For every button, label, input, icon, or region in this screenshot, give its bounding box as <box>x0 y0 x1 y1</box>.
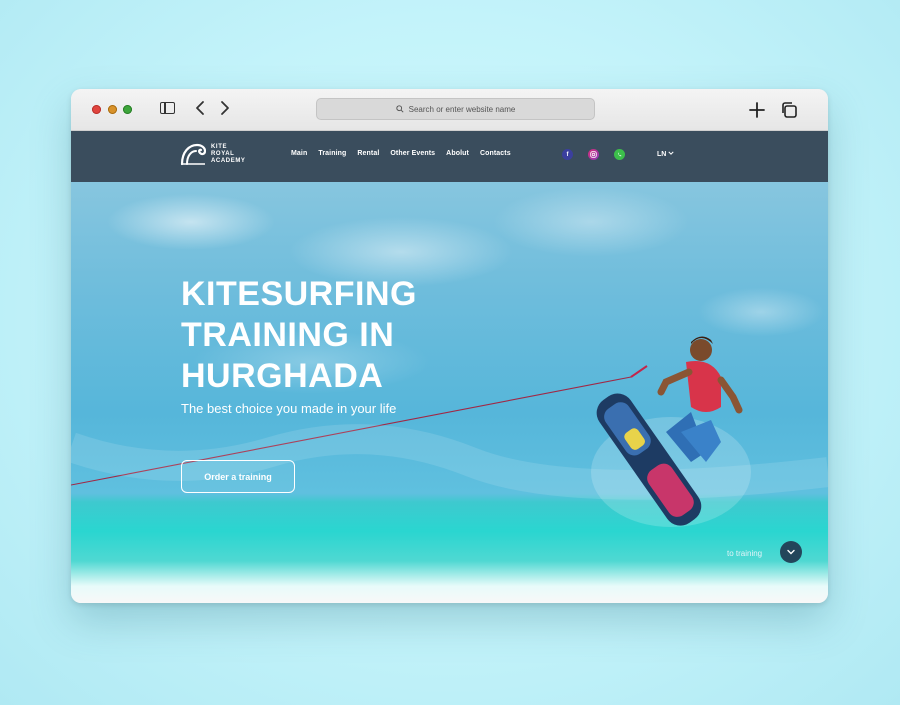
site-header: KITE ROYAL ACADEMY Main Training Rental … <box>71 131 828 182</box>
site-logo[interactable]: KITE ROYAL ACADEMY <box>180 142 246 166</box>
menu-item-about[interactable]: Abolut <box>446 150 469 157</box>
minimize-window-button[interactable] <box>108 105 117 114</box>
scroll-hint-label[interactable]: to training <box>727 549 762 558</box>
hero-title-line: TRAINING IN <box>181 316 395 354</box>
logo-line: KITE <box>211 143 228 150</box>
logo-text: KITE ROYAL ACADEMY <box>211 144 246 165</box>
browser-window: Search or enter website name KITE ROYAL … <box>71 89 828 603</box>
menu-item-main[interactable]: Main <box>291 150 307 157</box>
chevron-down-icon <box>787 549 795 555</box>
menu-item-other-events[interactable]: Other Events <box>390 150 435 157</box>
hero-title-line: HURGHADA <box>181 357 384 395</box>
whatsapp-icon[interactable] <box>614 149 625 160</box>
tab-overview-icon[interactable] <box>780 101 798 119</box>
kitesurfer-image <box>591 336 751 527</box>
new-tab-icon[interactable] <box>748 101 766 119</box>
chevron-down-icon <box>668 151 674 155</box>
menu-item-training[interactable]: Training <box>318 150 346 157</box>
hero-title: KITESURFING TRAINING IN HURGHADA <box>181 274 481 397</box>
hero-section: KITESURFING TRAINING IN HURGHADA The bes… <box>71 182 828 603</box>
sidebar-icon[interactable] <box>160 102 175 114</box>
zoom-window-button[interactable] <box>123 105 132 114</box>
address-placeholder: Search or enter website name <box>408 104 516 114</box>
menu-item-contacts[interactable]: Contacts <box>480 150 511 157</box>
language-label: LN <box>657 151 667 158</box>
address-bar[interactable]: Search or enter website name <box>316 98 595 120</box>
language-selector[interactable]: LN <box>657 150 674 158</box>
back-arrow-icon[interactable] <box>193 100 209 116</box>
hero-subtitle: The best choice you made in your life <box>181 401 397 416</box>
facebook-icon[interactable]: f <box>562 149 573 160</box>
close-window-button[interactable] <box>92 105 101 114</box>
instagram-icon[interactable] <box>588 149 599 160</box>
logo-line: ACADEMY <box>211 157 246 164</box>
scroll-down-button[interactable] <box>780 541 802 563</box>
forward-arrow-icon[interactable] <box>216 100 232 116</box>
search-icon <box>395 105 404 113</box>
order-training-button[interactable]: Order a training <box>181 460 295 493</box>
hero-title-line: KITESURFING <box>181 275 417 313</box>
browser-toolbar: Search or enter website name <box>71 89 828 131</box>
logo-line: ROYAL <box>211 150 235 157</box>
menu-item-rental[interactable]: Rental <box>357 150 379 157</box>
main-menu: Main Training Rental Other Events Abolut… <box>291 150 511 157</box>
wave-logo-icon <box>180 143 206 166</box>
social-links: f <box>562 149 625 160</box>
